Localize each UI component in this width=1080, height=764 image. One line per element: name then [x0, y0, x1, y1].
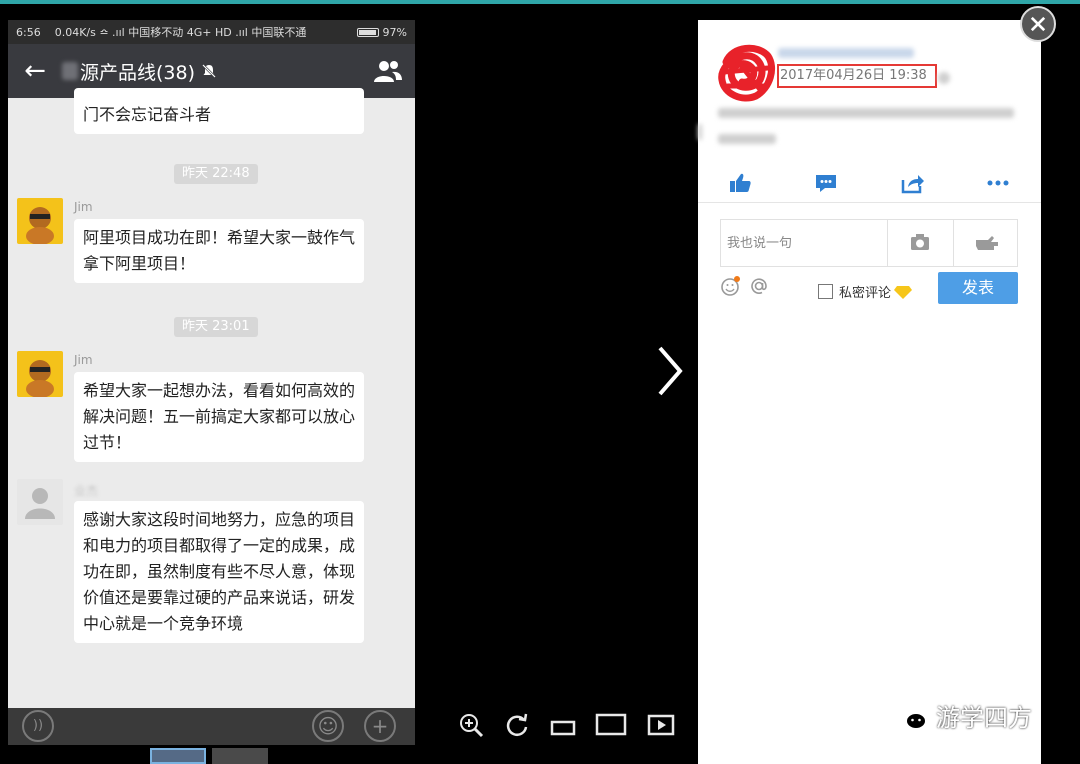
comment-input[interactable] [721, 220, 887, 266]
message-time-separator: 昨天 22:48 [174, 164, 258, 184]
group-members-icon[interactable] [373, 58, 403, 84]
blurred-username [778, 48, 914, 58]
message-bubble: 阿里项目成功在即！希望大家一鼓作气拿下阿里项目！ [74, 219, 364, 283]
status-network: 0.04K/s ≏ .ııl 中国移不动 4G+ HD .ııl 中国联不通 [54, 26, 307, 39]
more-icon[interactable] [985, 170, 1011, 196]
message-bubble: 希望大家一起想办法，看看如何高效的解决问题！五一前搞定大家都可以放心过节！ [74, 372, 364, 462]
watermark-text: 游学四方 [936, 704, 1032, 732]
blurred-region [62, 62, 78, 80]
chat-title-wrap: 源产品线(38) [62, 58, 217, 85]
emoji-icon[interactable] [720, 275, 742, 297]
chat-input-bar: )) ☺ + [8, 708, 415, 745]
blurred-text [698, 124, 702, 140]
sender-name: Jim [74, 353, 93, 367]
watermark: 游学四方 [890, 698, 1032, 733]
post-actions [698, 170, 1041, 198]
message-bubble: 门不会忘记奋斗者 [74, 88, 364, 134]
like-icon[interactable] [727, 170, 753, 196]
close-icon[interactable] [1020, 6, 1056, 42]
mention-hand-icon[interactable] [954, 220, 1018, 266]
chat-title: 源产品线(38) [80, 61, 196, 84]
thumbnail-current[interactable] [150, 748, 206, 764]
slideshow-icon[interactable] [646, 710, 676, 740]
redacted-avatar [718, 44, 775, 102]
blurred-post-text [718, 108, 1014, 118]
divider [698, 202, 1041, 203]
rotate-icon[interactable] [502, 710, 532, 740]
avatar [17, 479, 63, 525]
fit-width-icon[interactable] [548, 710, 578, 740]
comment-icon[interactable] [813, 170, 839, 196]
chat-message-list: 门不会忘记奋斗者 昨天 22:48 Jim 阿里项目成功在即！希望大家一鼓作气拿… [8, 88, 415, 708]
status-battery: 97% [382, 25, 407, 39]
wechat-icon [891, 701, 927, 730]
mute-icon [202, 64, 216, 78]
post-timestamp: 2017年04月26日 19:38 [777, 64, 937, 88]
chat-screenshot: 6:56 0.04K/s ≏ .ııl 中国移不动 4G+ HD .ııl 中国… [8, 20, 415, 745]
sender-name: Jim [74, 200, 93, 214]
thumbnail[interactable] [212, 748, 268, 764]
private-comment-option[interactable]: 私密评论 [818, 282, 913, 301]
blurred-post-text [718, 134, 776, 144]
camera-icon[interactable] [888, 220, 952, 266]
share-icon[interactable] [899, 170, 925, 196]
private-comment-label: 私密评论 [839, 286, 892, 301]
next-image-arrow-icon[interactable] [650, 342, 690, 400]
status-time: 6:56 [16, 25, 41, 39]
battery-icon [356, 27, 379, 37]
post-comment-button[interactable]: 发表 [938, 272, 1018, 304]
zoom-in-icon[interactable] [456, 710, 486, 740]
message-bubble: 感谢大家这段时间地努力，应急的项目和电力的项目都取得了一定的成果，成功在即，虽然… [74, 501, 364, 643]
at-mention-icon[interactable] [748, 275, 770, 297]
avatar [17, 198, 63, 244]
phone-statusbar: 6:56 0.04K/s ≏ .ııl 中国移不动 4G+ HD .ııl 中国… [8, 20, 415, 44]
avatar [17, 351, 63, 397]
comment-tools [720, 275, 780, 297]
message-time-separator: 昨天 23:01 [174, 317, 258, 337]
back-arrow-icon[interactable]: ← [8, 44, 62, 98]
blurred-text [938, 72, 950, 84]
emoji-icon[interactable]: ☺ [312, 710, 344, 742]
plus-icon[interactable]: + [364, 710, 396, 742]
comment-box [720, 219, 1018, 267]
comment-panel: 2017年04月26日 19:38 我也说一句 私密评论 发表 [698, 20, 1041, 764]
private-comment-checkbox[interactable] [818, 284, 833, 299]
original-size-icon[interactable] [594, 710, 628, 740]
diamond-icon [894, 285, 913, 299]
sender-name: 业杰 [74, 484, 99, 498]
voice-icon[interactable]: )) [22, 710, 54, 742]
